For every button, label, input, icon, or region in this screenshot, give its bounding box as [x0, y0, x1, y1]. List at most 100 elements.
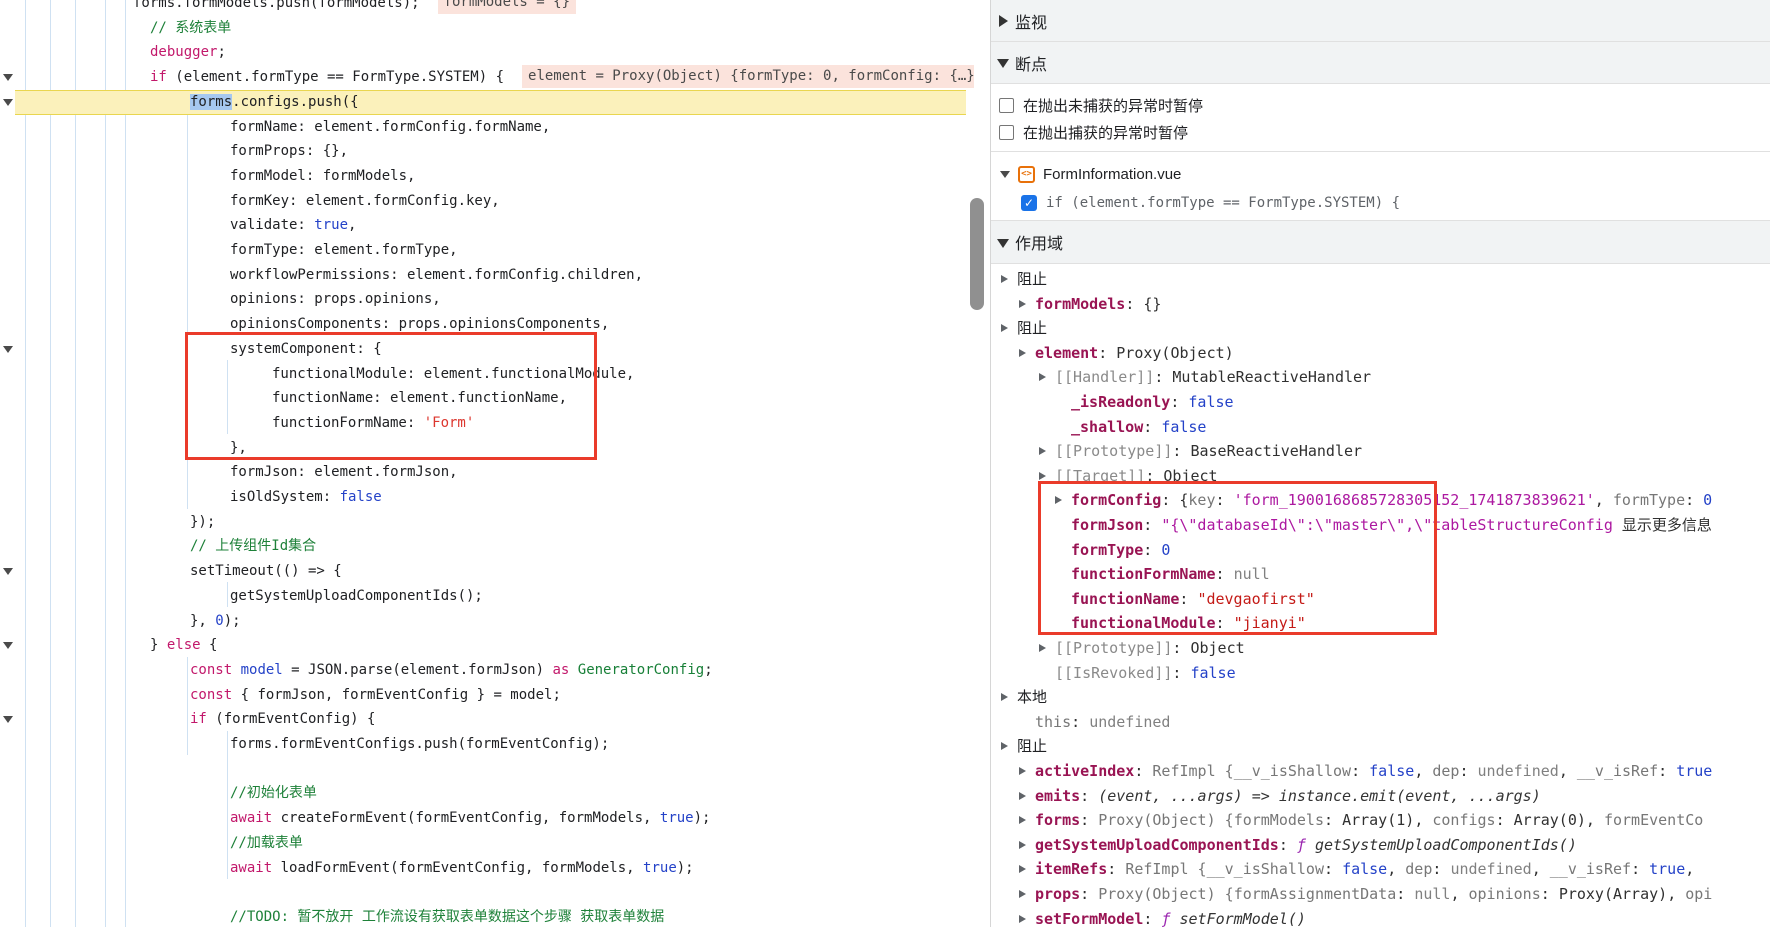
scope-row[interactable]: 阻止 [991, 734, 1770, 759]
expand-arrow-icon[interactable] [1019, 816, 1026, 824]
scope-row[interactable]: 阻止 [991, 316, 1770, 341]
scope-row[interactable]: this: undefined [991, 710, 1770, 735]
code-line[interactable]: getSystemUploadComponentIds(); [0, 584, 966, 609]
fold-arrow-icon[interactable] [3, 99, 13, 106]
source-editor[interactable]: forms.formModels.push(formModels);formMo… [0, 0, 990, 927]
code-line[interactable]: const { formJson, formEventConfig } = mo… [0, 683, 966, 708]
checkbox-unchecked[interactable] [999, 125, 1014, 140]
expand-arrow-icon[interactable] [1001, 324, 1008, 332]
breakpoint-code-snippet: if (element.formType == FormType.SYSTEM)… [1046, 195, 1400, 211]
code-line[interactable] [0, 880, 966, 905]
chevron-right-icon[interactable] [999, 15, 1008, 27]
scope-row[interactable]: [[IsRevoked]]: false [991, 661, 1770, 686]
expand-arrow-icon[interactable] [1019, 915, 1026, 923]
code-line[interactable]: await createFormEvent(formEventConfig, f… [0, 806, 966, 831]
expand-arrow-icon[interactable] [1019, 865, 1026, 873]
code-line[interactable]: setTimeout(() => { [0, 559, 966, 584]
scope-row[interactable]: forms: Proxy(Object) {formModels: Array(… [991, 808, 1770, 833]
code-line[interactable]: } else { [0, 633, 966, 658]
breakpoint-entry[interactable]: ✓ if (element.formType == FormType.SYSTEM… [991, 190, 1770, 216]
fold-arrow-icon[interactable] [3, 568, 13, 575]
fold-arrow-icon[interactable] [3, 74, 13, 81]
checkbox-unchecked[interactable] [999, 98, 1014, 113]
scope-row[interactable]: [[Handler]]: MutableReactiveHandler [991, 365, 1770, 390]
scope-row[interactable]: [[Prototype]]: Object [991, 636, 1770, 661]
property-value: , [1559, 762, 1577, 780]
property-name: setFormModel [1035, 910, 1143, 927]
scope-row[interactable]: itemRefs: RefImpl {__v_isShallow: false,… [991, 857, 1770, 882]
code-line[interactable]: //加载表单 [0, 831, 966, 856]
scope-row[interactable]: activeIndex: RefImpl {__v_isShallow: fal… [991, 759, 1770, 784]
expand-arrow-icon[interactable] [1019, 300, 1026, 308]
property-name: [[IsRevoked]] [1055, 664, 1172, 682]
code-line[interactable]: }, 0); [0, 609, 966, 634]
fold-arrow-icon[interactable] [3, 716, 13, 723]
expand-arrow-icon[interactable] [1019, 890, 1026, 898]
expand-arrow-icon[interactable] [1001, 742, 1008, 750]
code-line[interactable]: formModel: formModels, [0, 164, 966, 189]
code-line[interactable]: opinions: props.opinions, [0, 287, 966, 312]
scope-row[interactable]: props: Proxy(Object) {formAssignmentData… [991, 882, 1770, 907]
token: isOldSystem: [230, 489, 340, 505]
code-line[interactable]: workflowPermissions: element.formConfig.… [0, 263, 966, 288]
scope-row[interactable]: [[Prototype]]: BaseReactiveHandler [991, 439, 1770, 464]
separator: : [1143, 418, 1161, 436]
fold-arrow-icon[interactable] [3, 642, 13, 649]
code-line[interactable]: //初始化表单 [0, 781, 966, 806]
chevron-down-icon[interactable] [997, 239, 1009, 248]
code-line[interactable]: forms.formModels.push(formModels);formMo… [0, 0, 966, 16]
scope-row[interactable]: element: Proxy(Object) [991, 341, 1770, 366]
scope-row[interactable]: _isReadonly: false [991, 390, 1770, 415]
code-line[interactable]: formName: element.formConfig.formName, [0, 115, 966, 140]
expand-arrow-icon[interactable] [1039, 373, 1046, 381]
expand-arrow-icon[interactable] [1019, 767, 1026, 775]
code-line[interactable]: if (formEventConfig) { [0, 707, 966, 732]
fold-arrow-icon[interactable] [3, 346, 13, 353]
token: as [552, 662, 569, 678]
execution-line[interactable]: forms.configs.push({ [0, 90, 966, 115]
expand-arrow-icon[interactable] [1019, 792, 1026, 800]
editor-scrollbar-thumb[interactable] [970, 198, 984, 310]
code-line[interactable]: formJson: element.formJson, [0, 460, 966, 485]
code-line[interactable]: }); [0, 510, 966, 535]
expand-arrow-icon[interactable] [1039, 472, 1046, 480]
code-line[interactable]: formKey: element.formConfig.key, [0, 189, 966, 214]
expand-arrow-icon[interactable] [1019, 349, 1026, 357]
scope-row[interactable]: _shallow: false [991, 415, 1770, 440]
code-line[interactable] [0, 757, 966, 782]
scope-row[interactable]: formModels: {} [991, 292, 1770, 317]
watch-section-header[interactable]: 监视 [991, 0, 1770, 42]
code-line[interactable]: if (element.formType == FormType.SYSTEM)… [0, 65, 966, 90]
expand-arrow-icon[interactable] [1001, 275, 1008, 283]
code-line[interactable]: await loadFormEvent(formEventConfig, for… [0, 856, 966, 881]
code-line[interactable]: const model = JSON.parse(element.formJso… [0, 658, 966, 683]
property-value: false [1342, 860, 1387, 878]
pause-on-exceptions-option[interactable]: 在抛出捕获的异常时暂停 [991, 119, 1770, 146]
expand-arrow-icon[interactable] [1001, 693, 1008, 701]
token: await [230, 860, 272, 876]
code-line[interactable]: //TODO: 暂不放开 工作流设有获取表单数据这个步骤 获取表单数据 [0, 905, 966, 927]
expand-arrow-icon[interactable] [1019, 841, 1026, 849]
code-line[interactable]: isOldSystem: false [0, 485, 966, 510]
code-line[interactable]: // 上传组件Id集合 [0, 534, 966, 559]
code-line[interactable]: formProps: {}, [0, 139, 966, 164]
scope-row[interactable]: setFormModel: ƒ setFormModel() [991, 907, 1770, 927]
scope-row[interactable]: 阻止 [991, 267, 1770, 292]
scope-section-header[interactable]: 作用域 [991, 220, 1770, 264]
pause-on-exceptions-option[interactable]: 在抛出未捕获的异常时暂停 [991, 92, 1770, 119]
code-line[interactable]: debugger; [0, 40, 966, 65]
scope-row[interactable]: emits: (event, ...args) => instance.emit… [991, 784, 1770, 809]
code-line[interactable]: validate: true, [0, 213, 966, 238]
code-line[interactable]: // 系统表单 [0, 16, 966, 41]
code-line[interactable]: formType: element.formType, [0, 238, 966, 263]
breakpoints-section-header[interactable]: 断点 [991, 42, 1770, 84]
chevron-down-icon[interactable] [997, 59, 1009, 68]
checkbox-checked[interactable]: ✓ [1021, 195, 1037, 211]
chevron-down-icon[interactable] [1000, 171, 1010, 178]
expand-arrow-icon[interactable] [1039, 644, 1046, 652]
breakpoint-file-group[interactable]: <> FormInformation.vue [991, 160, 1770, 188]
scope-row[interactable]: 本地 [991, 685, 1770, 710]
expand-arrow-icon[interactable] [1039, 447, 1046, 455]
code-line[interactable]: forms.formEventConfigs.push(formEventCon… [0, 732, 966, 757]
scope-row[interactable]: getSystemUploadComponentIds: ƒ getSystem… [991, 833, 1770, 858]
